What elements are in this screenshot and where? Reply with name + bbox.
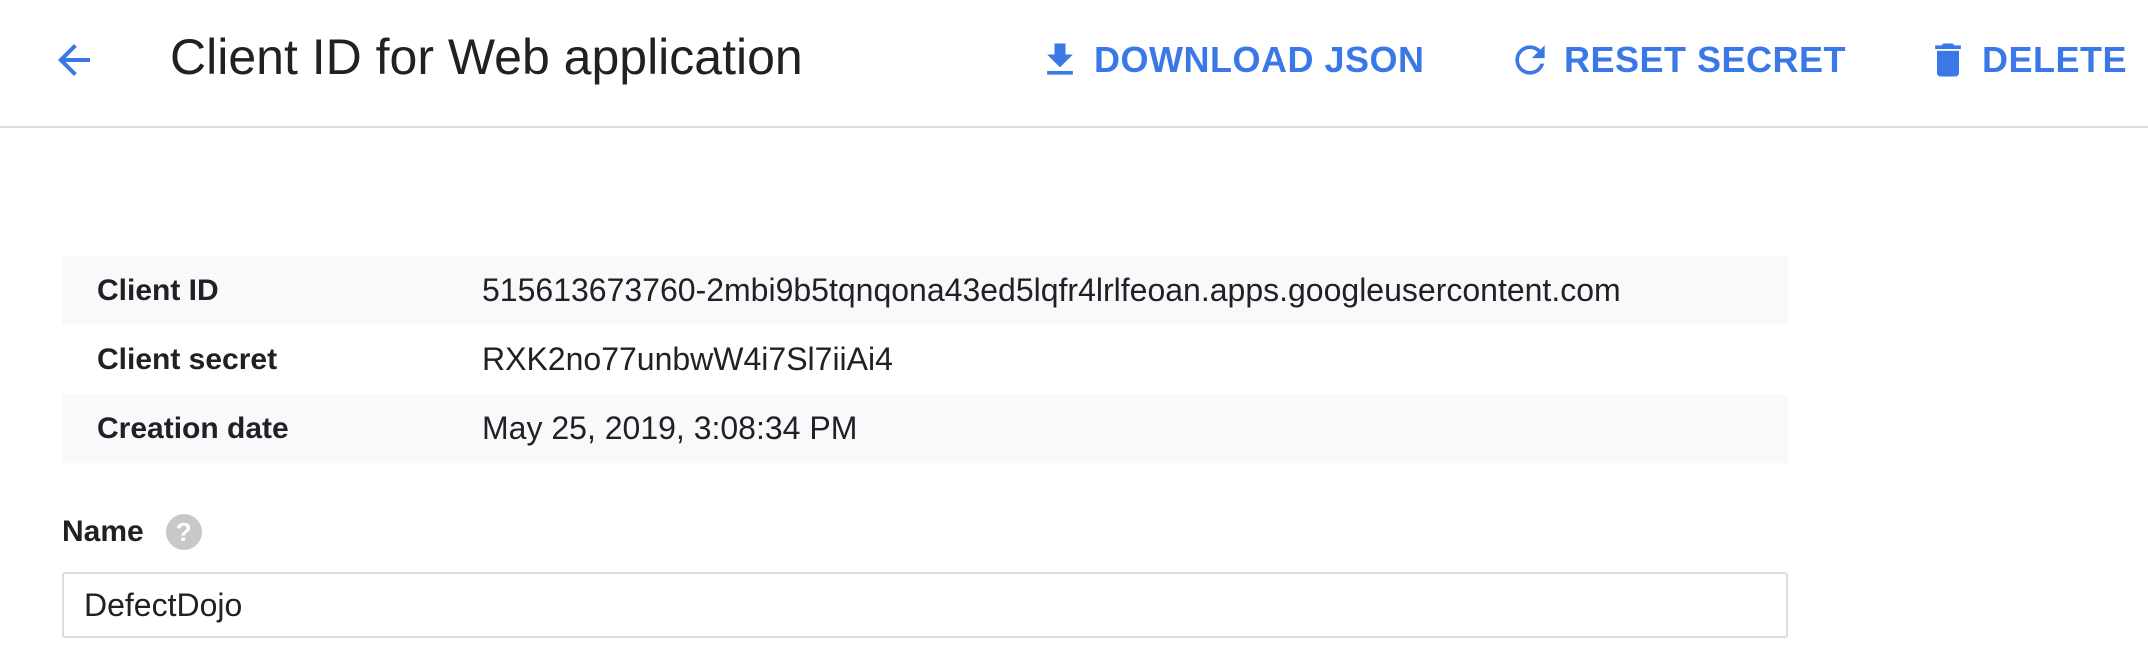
reset-secret-label: RESET SECRET (1564, 39, 1847, 80)
table-row-client-id: Client ID 515613673760-2mbi9b5tqnqona43e… (62, 256, 1788, 325)
table-row-creation-date: Creation date May 25, 2019, 3:08:34 PM (62, 394, 1788, 463)
download-icon (1038, 38, 1082, 82)
name-field-label-row: Name ? (62, 514, 202, 550)
name-input[interactable] (62, 572, 1788, 638)
back-button[interactable] (44, 30, 104, 90)
creation-date-label: Creation date (97, 411, 289, 445)
help-circle-icon[interactable]: ? (165, 514, 202, 550)
page-title: Client ID for Web application (170, 29, 803, 85)
client-secret-value: RXK2no77unbwW4i7Sl7iiAi4 (482, 341, 893, 377)
reset-secret-button[interactable]: RESET SECRET (1508, 34, 1846, 86)
client-secret-label: Client secret (97, 342, 278, 376)
name-label: Name (62, 515, 144, 548)
creation-date-value: May 25, 2019, 3:08:34 PM (482, 410, 858, 446)
arrow-left-icon (58, 44, 90, 76)
refresh-icon (1508, 38, 1552, 82)
client-id-value: 515613673760-2mbi9b5tqnqona43ed5lqfr4lrl… (482, 272, 1621, 308)
table-row-client-secret: Client secret RXK2no77unbwW4i7Sl7iiAi4 (62, 325, 1788, 394)
delete-button[interactable]: DELETE (1926, 34, 2127, 86)
page-header: Client ID for Web application DOWNLOAD J… (0, 0, 2148, 128)
trash-icon (1926, 38, 1970, 82)
credentials-details-table: Client ID 515613673760-2mbi9b5tqnqona43e… (62, 256, 1788, 463)
download-json-label: DOWNLOAD JSON (1094, 39, 1425, 80)
client-id-label: Client ID (97, 273, 219, 307)
delete-label: DELETE (1982, 39, 2128, 80)
download-json-button[interactable]: DOWNLOAD JSON (1038, 34, 1425, 86)
